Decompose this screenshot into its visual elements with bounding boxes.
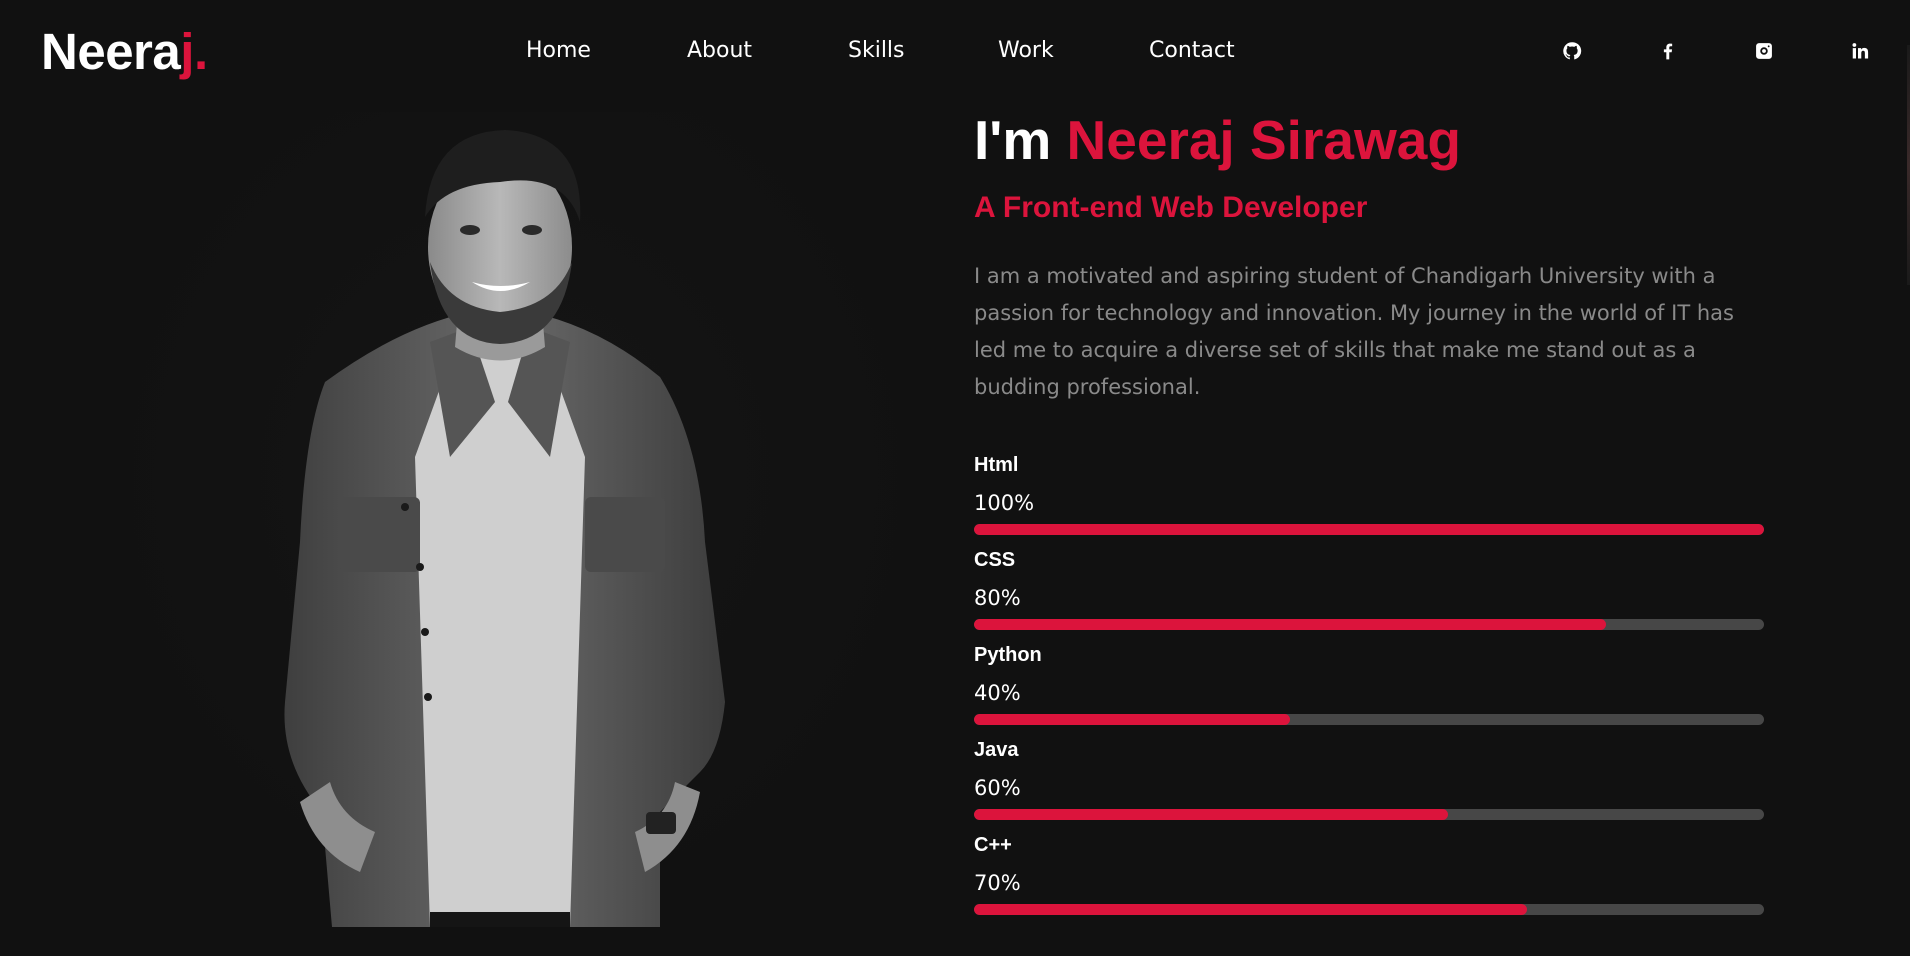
instagram-icon[interactable] bbox=[1751, 38, 1777, 64]
skill-name: CSS bbox=[974, 549, 1016, 571]
nav-contact[interactable]: Contact bbox=[1149, 38, 1235, 63]
nav-work[interactable]: Work bbox=[998, 38, 1054, 63]
profile-photo bbox=[100, 112, 930, 927]
skill-progress-fill bbox=[974, 809, 1448, 820]
skill-progress-fill bbox=[974, 714, 1290, 725]
skill-percent: 100% bbox=[974, 491, 1035, 515]
hero-subtitle: A Front-end Web Developer bbox=[974, 191, 1368, 224]
heading-prefix: I'm bbox=[974, 109, 1067, 171]
facebook-icon[interactable] bbox=[1655, 38, 1681, 64]
skill-name: C++ bbox=[974, 834, 1012, 856]
heading-name: Neeraj Sirawag bbox=[1066, 109, 1461, 171]
skill-percent: 80% bbox=[974, 586, 1021, 610]
skill-item: CSS 80% bbox=[974, 549, 1764, 644]
skill-progress-fill bbox=[974, 904, 1527, 915]
skill-progress-bar bbox=[974, 714, 1764, 725]
nav-home[interactable]: Home bbox=[526, 38, 591, 63]
nav-about[interactable]: About bbox=[687, 38, 752, 63]
skill-progress-bar bbox=[974, 619, 1764, 630]
skill-item: Python 40% bbox=[974, 644, 1764, 739]
skill-name: Java bbox=[974, 739, 1019, 761]
portfolio-page: Neeraj. Home About Skills Work Contact I… bbox=[0, 0, 1910, 956]
skill-name: Python bbox=[974, 644, 1042, 666]
logo-text: Neera bbox=[41, 23, 181, 80]
linkedin-icon[interactable] bbox=[1847, 38, 1873, 64]
skill-item: C++ 70% bbox=[974, 834, 1764, 929]
skill-item: Java 60% bbox=[974, 739, 1764, 834]
hero-heading: I'm Neeraj Sirawag bbox=[974, 108, 1461, 172]
skill-percent: 60% bbox=[974, 776, 1021, 800]
skill-percent: 40% bbox=[974, 681, 1021, 705]
skill-progress-fill bbox=[974, 524, 1764, 535]
skill-progress-bar bbox=[974, 904, 1764, 915]
logo-accent: j. bbox=[180, 23, 208, 80]
skill-progress-fill bbox=[974, 619, 1606, 630]
site-logo[interactable]: Neeraj. bbox=[41, 22, 208, 81]
skill-progress-bar bbox=[974, 809, 1764, 820]
skill-progress-bar bbox=[974, 524, 1764, 535]
nav-skills[interactable]: Skills bbox=[848, 38, 905, 63]
skills-list: Html 100% CSS 80% Python 40% Java 60% C+… bbox=[974, 454, 1764, 929]
skill-percent: 70% bbox=[974, 871, 1021, 895]
bio-paragraph: I am a motivated and aspiring student of… bbox=[974, 264, 1734, 399]
skill-name: Html bbox=[974, 454, 1019, 476]
github-icon[interactable] bbox=[1559, 38, 1585, 64]
skill-item: Html 100% bbox=[974, 454, 1764, 549]
